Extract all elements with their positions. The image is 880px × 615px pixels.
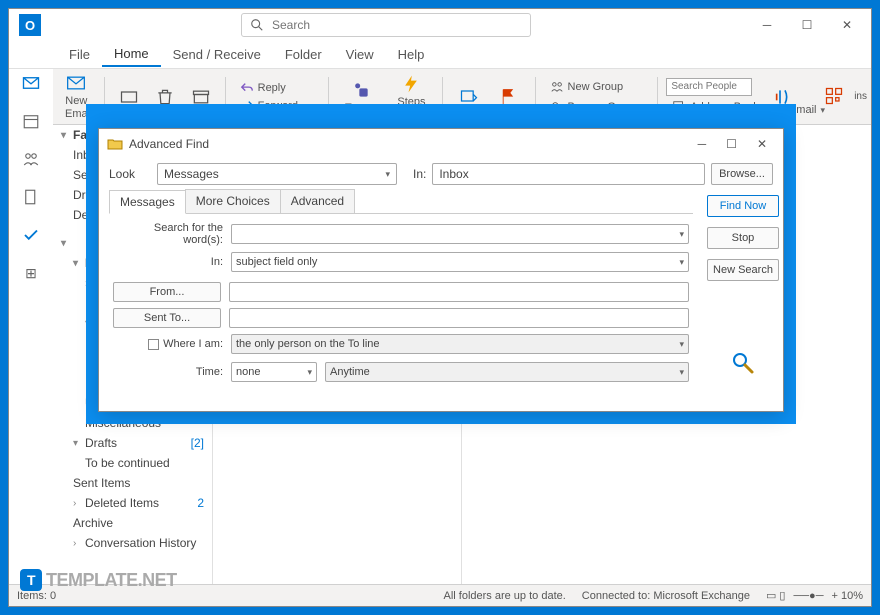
time-label: Time:	[113, 366, 223, 378]
people-icon	[550, 80, 564, 94]
view-toggle-icon[interactable]: ▭ ▯	[766, 589, 786, 602]
dialog-titlebar: Advanced Find ─ ☐ ✕	[99, 129, 783, 159]
advanced-find-dialog: Advanced Find ─ ☐ ✕ Look Messages▾ In: I…	[98, 128, 784, 412]
todo-rail-icon[interactable]	[21, 225, 41, 245]
conv-history-folder[interactable]: ›Conversation History	[53, 533, 212, 553]
from-input[interactable]	[229, 282, 689, 302]
drafts-folder[interactable]: ▾Drafts[2]	[53, 433, 212, 453]
more-rail-icon[interactable]: ⊞	[21, 263, 41, 283]
nav-rail: ⊞	[9, 69, 53, 576]
dialog-minimize[interactable]: ─	[698, 137, 707, 151]
look-select[interactable]: Messages▾	[157, 163, 397, 185]
title-bar: O ─ ☐ ✕	[9, 9, 871, 41]
mail-rail-icon[interactable]	[21, 73, 41, 93]
from-button[interactable]: From...	[113, 282, 221, 302]
status-connected: Connected to: Microsoft Exchange	[582, 590, 750, 602]
lightning-icon	[401, 74, 421, 94]
where-i-am-select[interactable]: the only person on the To line▾	[231, 334, 689, 354]
reply-button[interactable]: Reply	[234, 79, 304, 97]
tab-advanced[interactable]: Advanced	[280, 189, 355, 213]
where-i-am-check[interactable]: Where I am:	[113, 338, 223, 350]
menu-send-receive[interactable]: Send / Receive	[161, 43, 273, 66]
search-people-input[interactable]	[666, 78, 752, 96]
outlook-icon: O	[19, 14, 41, 36]
people-rail-icon[interactable]	[21, 149, 41, 169]
browse-button[interactable]: Browse...	[711, 163, 773, 185]
window-controls: ─ ☐ ✕	[747, 11, 867, 39]
teams-icon	[351, 80, 371, 100]
new-group-button[interactable]: New Group	[544, 78, 650, 96]
calendar-rail-icon[interactable]	[21, 111, 41, 131]
menu-help[interactable]: Help	[386, 43, 437, 66]
zoom-value: + 10%	[832, 590, 864, 602]
minimize-button[interactable]: ─	[747, 11, 787, 39]
reply-arrow-icon	[240, 81, 254, 95]
dialog-highlight: Advanced Find ─ ☐ ✕ Look Messages▾ In: I…	[86, 104, 796, 424]
menu-view[interactable]: View	[334, 43, 386, 66]
search-in-label: In:	[113, 256, 223, 268]
time-range-select[interactable]: Anytime▾	[325, 362, 689, 382]
dialog-tabs: Messages More Choices Advanced	[109, 189, 693, 214]
mail-icon	[66, 73, 86, 93]
addins-label: ins	[854, 91, 867, 102]
look-label: Look	[109, 167, 151, 181]
new-email-label: New Ema	[65, 95, 88, 119]
watermark: T TEMPLATE.NET	[20, 569, 177, 591]
deleted-items-folder[interactable]: ›Deleted Items2	[53, 493, 212, 513]
menu-home[interactable]: Home	[102, 42, 161, 67]
close-button[interactable]: ✕	[827, 11, 867, 39]
tab-more-choices[interactable]: More Choices	[185, 189, 281, 213]
search-box[interactable]	[241, 13, 531, 37]
dialog-maximize[interactable]: ☐	[726, 137, 737, 151]
menu-bar: File Home Send / Receive Folder View Hel…	[9, 41, 871, 69]
zoom-slider[interactable]: ──●─	[793, 590, 823, 602]
new-search-button[interactable]: New Search	[707, 259, 779, 281]
status-uptodate: All folders are up to date.	[444, 590, 566, 602]
dialog-title: Advanced Find	[129, 137, 209, 151]
maximize-button[interactable]: ☐	[787, 11, 827, 39]
search-words-label: Search for the word(s):	[113, 222, 223, 246]
stop-button[interactable]: Stop	[707, 227, 779, 249]
sent-to-input[interactable]	[229, 308, 689, 328]
search-words-input[interactable]: ▾	[231, 224, 689, 244]
menu-file[interactable]: File	[57, 43, 102, 66]
archive-folder[interactable]: Archive	[53, 513, 212, 533]
magnifier-icon	[731, 351, 755, 375]
folder-search-icon	[107, 136, 123, 152]
status-items: Items: 0	[17, 590, 56, 602]
move-icon	[459, 86, 479, 106]
time-select[interactable]: none▾	[231, 362, 317, 382]
search-in-select[interactable]: subject field only▾	[231, 252, 689, 272]
in-label: In:	[413, 167, 426, 181]
find-now-button[interactable]: Find Now	[707, 195, 779, 217]
files-rail-icon[interactable]	[21, 187, 41, 207]
sent-to-button[interactable]: Sent To...	[113, 308, 221, 328]
in-field[interactable]: Inbox	[432, 163, 705, 185]
sent-items-folder[interactable]: Sent Items	[53, 473, 212, 493]
dialog-close[interactable]: ✕	[757, 137, 767, 151]
menu-folder[interactable]: Folder	[273, 43, 334, 66]
tab-messages[interactable]: Messages	[109, 190, 186, 214]
search-input[interactable]	[272, 18, 522, 32]
watermark-badge: T	[20, 569, 42, 591]
search-icon	[250, 18, 264, 32]
folder-tobe[interactable]: To be continued	[53, 453, 212, 473]
